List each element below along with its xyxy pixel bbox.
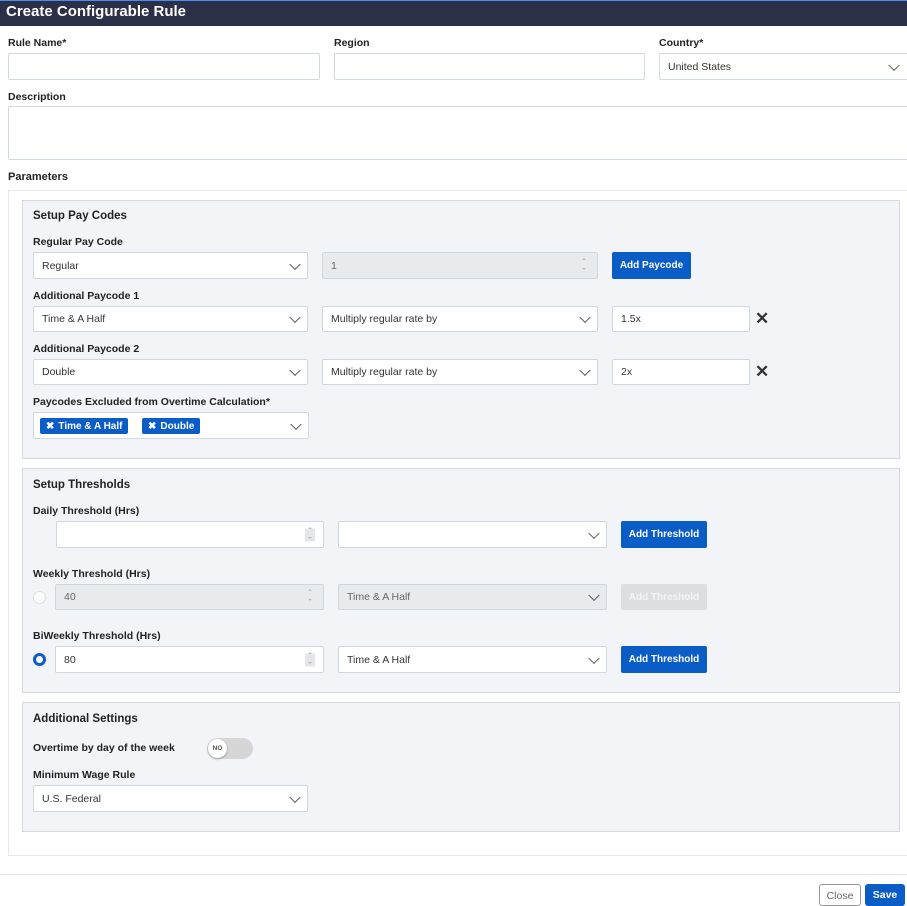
country-select[interactable]: United States <box>659 53 907 80</box>
additional-paycode-1-label: Additional Paycode 1 <box>33 290 140 302</box>
weekly-threshold-label: Weekly Threshold (Hrs) <box>33 568 151 580</box>
additional-paycode-1-select[interactable]: Time & A Half <box>33 306 308 332</box>
minimum-wage-label: Minimum Wage Rule <box>33 769 136 781</box>
additional-paycode-2-select[interactable]: Double <box>33 359 308 385</box>
chevron-down-icon <box>289 791 301 803</box>
paycode-value: Double <box>42 366 76 378</box>
chevron-down-icon <box>588 589 600 602</box>
additional-settings-title: Additional Settings <box>33 713 138 725</box>
weekly-threshold-paycode-select: Time & A Half <box>338 584 607 610</box>
add-daily-threshold-button[interactable]: Add Threshold <box>621 521 707 548</box>
country-value: United States <box>668 60 732 73</box>
remove-tag-icon[interactable]: ✖ <box>46 421 54 432</box>
paycode-value: Time & A Half <box>42 313 106 325</box>
additional-paycode-1-rule-select[interactable]: Multiply regular rate by <box>322 306 598 332</box>
tag-double[interactable]: ✖ Double <box>142 418 201 434</box>
description-label: Description <box>8 91 66 103</box>
dialog-header: Create Configurable Rule <box>0 0 907 26</box>
additional-paycode-2-label: Additional Paycode 2 <box>33 343 140 355</box>
excluded-paycodes-multiselect[interactable]: ✖ Time & A Half ✖ Double <box>33 412 309 439</box>
rule-value: Multiply regular rate by <box>331 366 438 378</box>
save-button[interactable]: Save <box>865 884 905 906</box>
chevron-down-icon <box>289 311 301 324</box>
chevron-down-icon <box>579 364 591 377</box>
add-paycode-button[interactable]: Add Paycode <box>612 252 691 279</box>
spinner-icon: ⌃ ⌄ <box>581 258 587 271</box>
region-label: Region <box>334 37 370 49</box>
threshold-value: 80 <box>64 653 76 666</box>
chevron-down-icon <box>588 652 600 664</box>
additional-paycode-2-rule-select[interactable]: Multiply regular rate by <box>322 359 598 385</box>
additional-paycode-1-rate-input[interactable]: 1.5x <box>612 306 750 332</box>
spinner-icon: ⌃ ⌄ <box>307 589 313 603</box>
rule-value: Multiply regular rate by <box>331 313 438 325</box>
biweekly-threshold-paycode-select[interactable]: Time & A Half <box>338 646 607 673</box>
daily-threshold-paycode-select[interactable] <box>338 521 607 548</box>
pay-codes-title: Setup Pay Codes <box>33 210 127 222</box>
overtime-by-day-label: Overtime by day of the week <box>33 742 175 754</box>
thresholds-title: Setup Thresholds <box>33 479 131 491</box>
remove-paycode-2-close-icon[interactable]: ✕ <box>755 362 769 382</box>
overtime-by-day-toggle[interactable]: NO <box>207 738 253 759</box>
minimum-wage-value: U.S. Federal <box>42 792 101 805</box>
daily-threshold-input[interactable]: ⌃ ⌄ <box>56 521 324 548</box>
additional-paycode-2-rate-input[interactable]: 2x <box>612 359 750 385</box>
regular-pay-code-value: Regular <box>42 259 79 272</box>
chevron-down-icon <box>289 258 301 270</box>
chevron-down-icon <box>579 311 591 324</box>
biweekly-threshold-input[interactable]: 80 ⌃ ⌄ <box>55 646 324 673</box>
close-button[interactable]: Close <box>819 884 861 906</box>
spinner-icon[interactable]: ⌃ ⌄ <box>305 652 315 666</box>
dialog-title: Create Configurable Rule <box>6 3 187 20</box>
regular-pay-code-label: Regular Pay Code <box>33 236 123 248</box>
tag-label: Double <box>160 420 195 432</box>
parameters-label: Parameters <box>8 171 68 183</box>
toggle-knob: NO <box>208 739 227 758</box>
add-weekly-threshold-button: Add Threshold <box>621 584 707 610</box>
chevron-down-icon <box>888 59 900 71</box>
rule-name-label: Rule Name* <box>8 37 67 49</box>
biweekly-threshold-radio[interactable] <box>33 653 46 666</box>
spinner-icon[interactable]: ⌃ ⌄ <box>305 527 315 541</box>
tag-time-and-a-half[interactable]: ✖ Time & A Half <box>40 418 129 434</box>
chevron-down-icon <box>289 364 301 377</box>
rule-name-input[interactable] <box>8 53 320 80</box>
country-label: Country* <box>659 37 704 49</box>
weekly-threshold-input: 40 ⌃ ⌄ <box>55 584 324 610</box>
weekly-threshold-radio[interactable] <box>33 591 46 604</box>
footer-divider <box>0 874 907 875</box>
threshold-value: 40 <box>64 591 76 603</box>
regular-pay-code-select[interactable]: Regular <box>33 252 308 279</box>
chevron-down-icon <box>290 418 302 430</box>
regular-pay-code-number: 1 ⌃ ⌄ <box>322 252 598 279</box>
add-biweekly-threshold-button[interactable]: Add Threshold <box>621 646 707 673</box>
remove-tag-icon[interactable]: ✖ <box>148 421 156 432</box>
biweekly-threshold-label: BiWeekly Threshold (Hrs) <box>33 630 161 642</box>
additional-settings-panel <box>22 702 900 832</box>
description-textarea[interactable] <box>8 106 907 160</box>
regular-number-value: 1 <box>331 259 337 272</box>
tag-label: Time & A Half <box>58 420 123 432</box>
daily-threshold-label: Daily Threshold (Hrs) <box>33 505 140 517</box>
minimum-wage-select[interactable]: U.S. Federal <box>33 785 308 812</box>
remove-paycode-1-close-icon[interactable]: ✕ <box>755 309 769 329</box>
excluded-paycodes-label: Paycodes Excluded from Overtime Calculat… <box>33 396 270 408</box>
region-input[interactable] <box>334 53 645 80</box>
paycode-value: Time & A Half <box>347 591 411 603</box>
chevron-down-icon <box>588 527 600 539</box>
paycode-value: Time & A Half <box>347 653 411 666</box>
